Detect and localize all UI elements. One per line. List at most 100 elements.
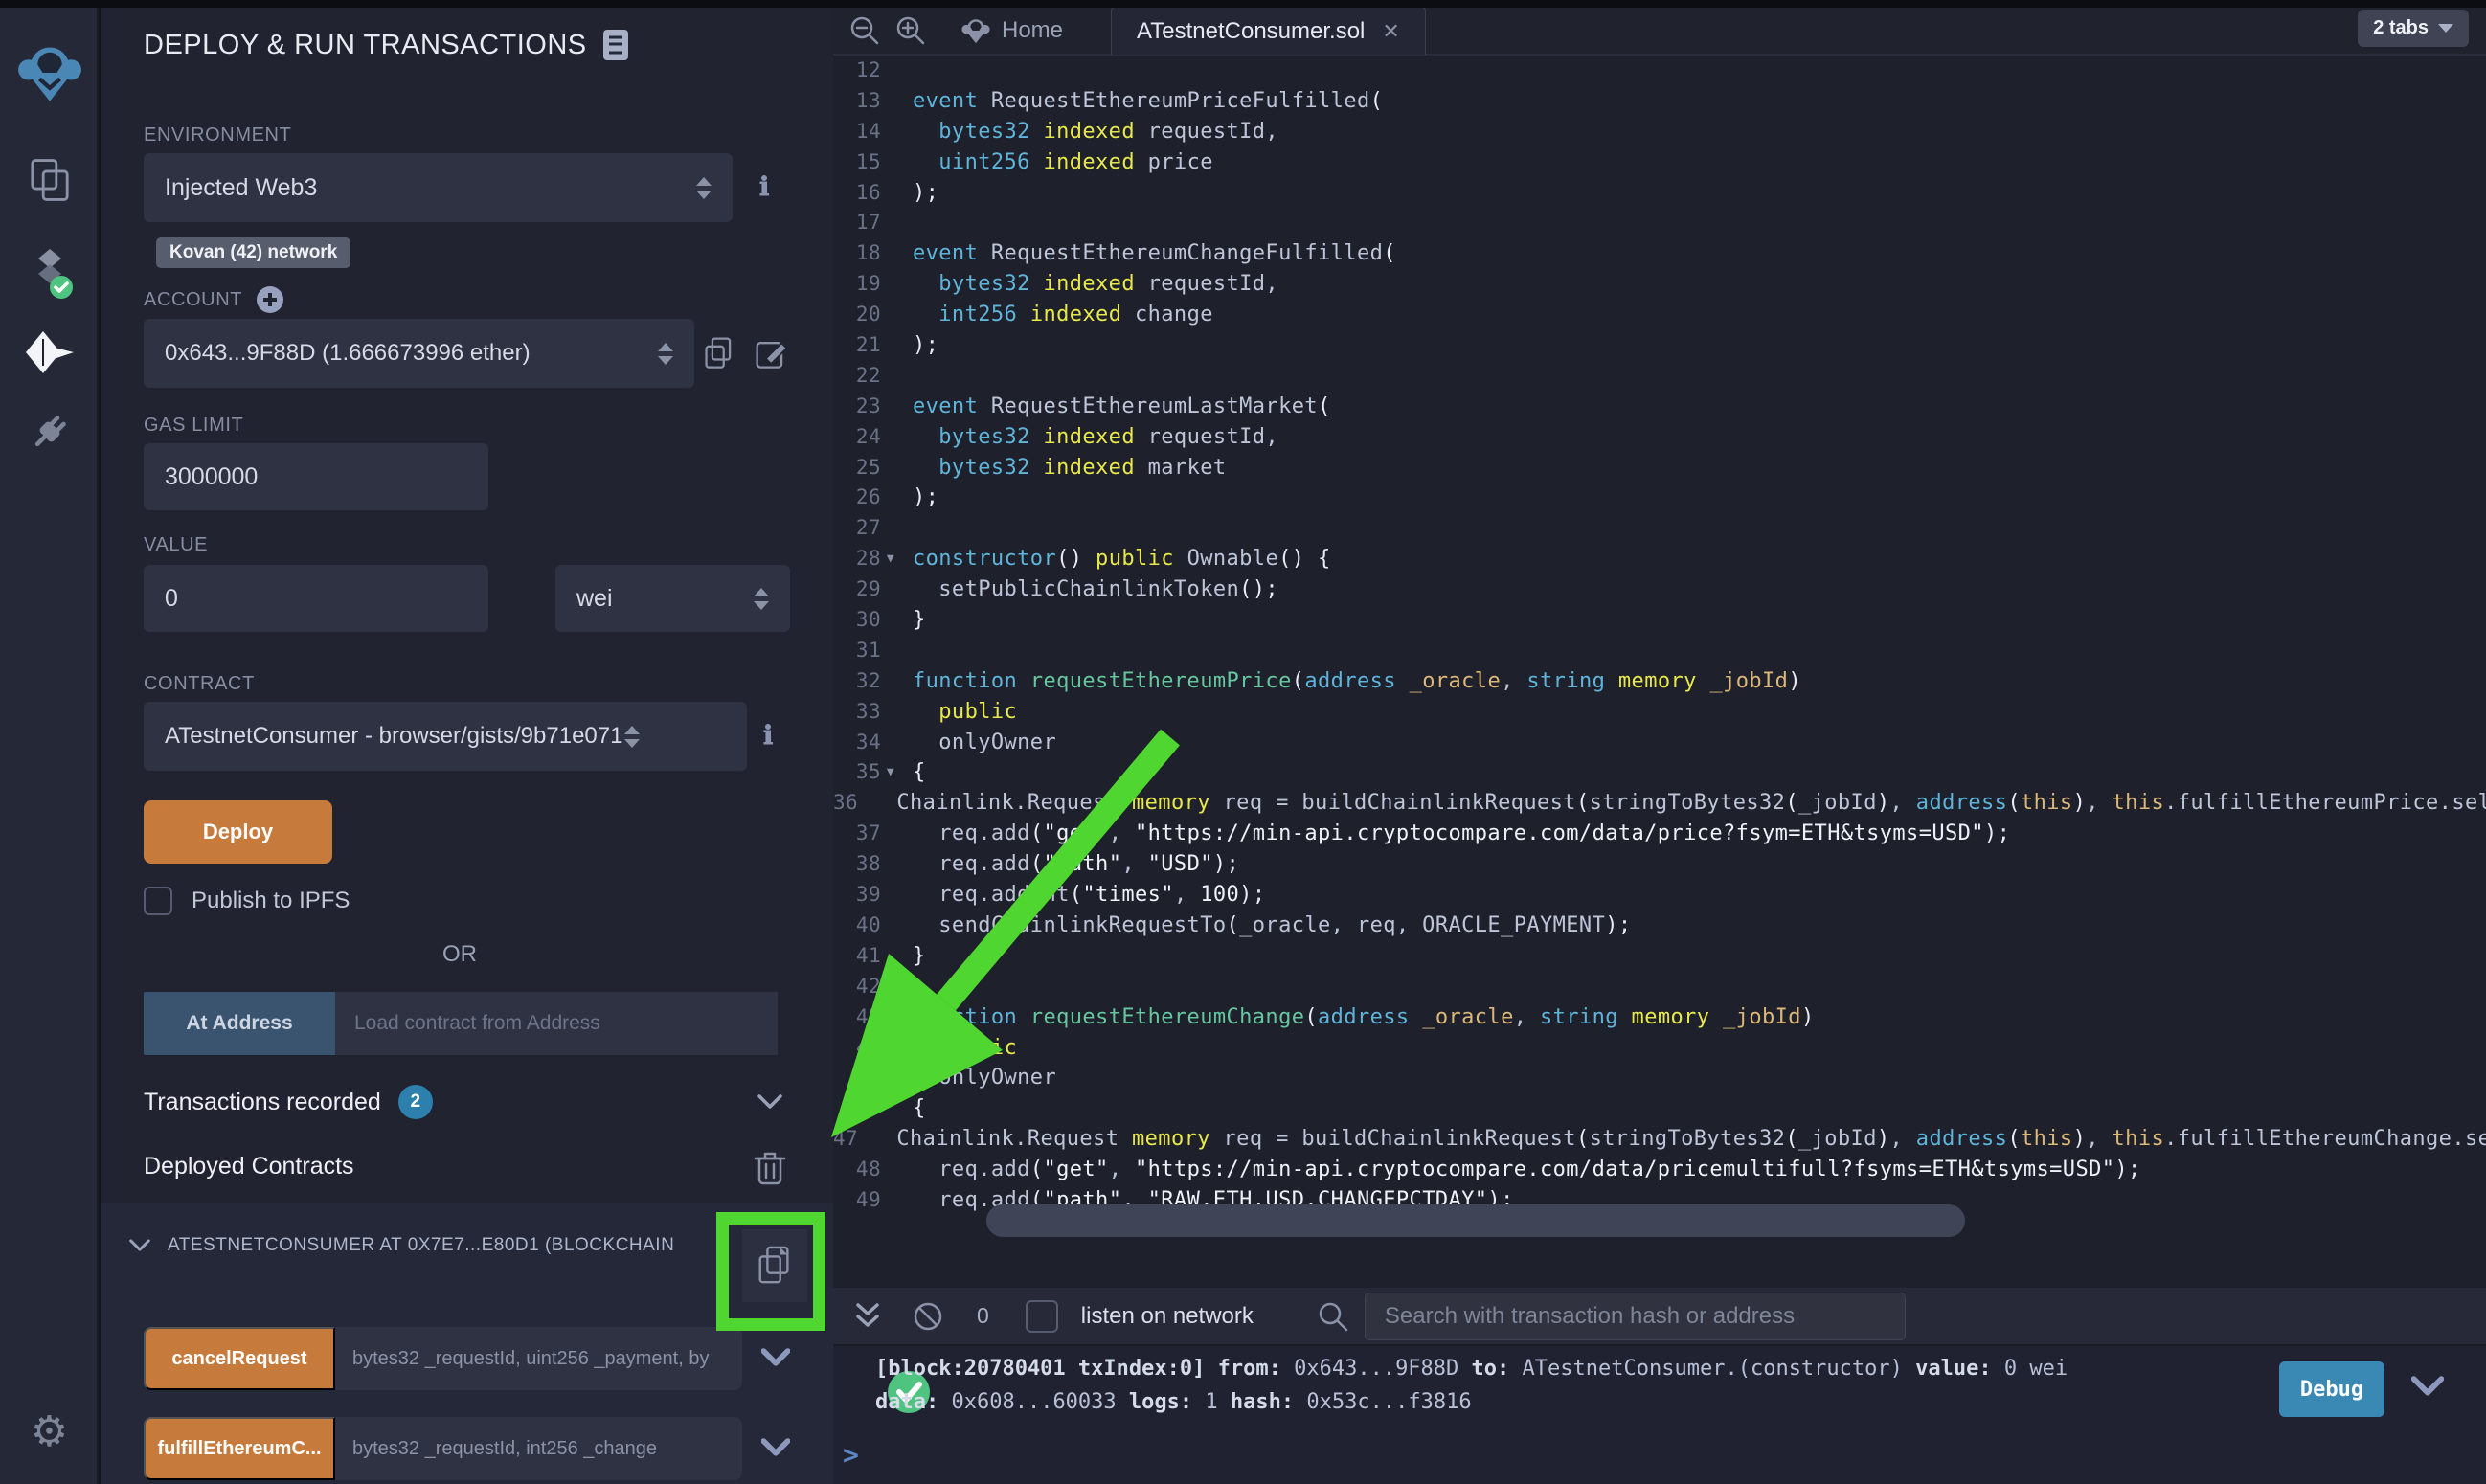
terminal-search-placeholder: Search with transaction hash or address [1385,1303,1795,1330]
code-line[interactable]: 14 bytes32 indexed requestId, [833,117,2486,147]
code-line[interactable]: 25 bytes32 indexed market [833,453,2486,483]
environment-select[interactable]: Injected Web3 [144,153,733,222]
code-line[interactable]: 12 [833,56,2486,86]
code-text [900,56,913,86]
code-line[interactable]: 13event RequestEthereumPriceFulfilled( [833,86,2486,117]
fold-gutter [881,86,900,117]
solidity-compiler-icon[interactable] [0,245,99,306]
code-line[interactable]: 17 [833,208,2486,238]
plugin-manager-icon[interactable] [0,408,99,456]
environment-label: ENVIRONMENT [144,124,291,146]
docs-book-icon[interactable] [602,29,629,61]
fold-gutter [881,269,900,300]
value-unit-select[interactable]: wei [555,565,790,632]
value-input[interactable]: 0 [144,565,488,632]
deploy-button[interactable]: Deploy [144,800,332,864]
listen-network-checkbox[interactable] [1026,1300,1058,1333]
code-line[interactable]: 36 Chainlink.Request memory req = buildC… [833,788,2486,819]
code-line[interactable]: 16); [833,178,2486,209]
code-line[interactable]: 31 [833,636,2486,666]
instance-expand-chevron-icon[interactable] [129,1239,150,1252]
add-account-icon[interactable] [256,285,284,314]
settings-gear-icon[interactable]: ⚙ [0,1407,99,1456]
code-line[interactable]: 28▼constructor() public Ownable() { [833,544,2486,574]
collapse-terminal-icon[interactable] [854,1301,881,1332]
code-line[interactable]: 41} [833,941,2486,972]
code-line[interactable]: 38 req.add("path", "USD"); [833,849,2486,880]
code-line[interactable]: 26); [833,483,2486,513]
code-line[interactable]: 15 uint256 indexed price [833,147,2486,178]
code-line[interactable]: 18event RequestEthereumChangeFulfilled( [833,238,2486,269]
code-line[interactable]: 48 req.add("get", "https://min-api.crypt… [833,1155,2486,1185]
code-line[interactable]: 47 Chainlink.Request memory req = buildC… [833,1124,2486,1155]
code-line[interactable]: 27 [833,513,2486,544]
contract-select[interactable]: ATestnetConsumer - browser/gists/9b71e07… [144,702,747,771]
clear-console-icon[interactable] [912,1300,944,1333]
function-params-input[interactable]: bytes32 _requestId, uint256 _payment, by [335,1327,742,1390]
debug-button[interactable]: Debug [2279,1361,2384,1417]
deployed-instance-header[interactable]: ATESTNETCONSUMER AT 0X7E7...E80D1 (BLOCK… [129,1212,800,1279]
code-line[interactable]: 44 public [833,1033,2486,1064]
code-line[interactable]: 21); [833,330,2486,361]
code-line[interactable]: 37 req.add("get", "https://min-api.crypt… [833,819,2486,849]
code-content[interactable]: 1213event RequestEthereumPriceFulfilled(… [833,56,2486,1216]
zoom-in-icon[interactable] [894,14,927,47]
horizontal-scrollbar[interactable] [986,1204,1965,1237]
expand-function-chevron-icon[interactable] [761,1348,790,1367]
zoom-out-icon[interactable] [848,14,881,47]
code-line[interactable]: 24 bytes32 indexed requestId, [833,422,2486,453]
line-number: 22 [833,361,881,392]
code-line[interactable]: 45 onlyOwner [833,1063,2486,1093]
fold-marker-icon[interactable]: ▼ [881,544,900,574]
line-number: 27 [833,513,881,544]
code-line[interactable]: 39 req.addInt("times", 100); [833,880,2486,911]
function-call-button-fulfillEthereumC[interactable]: fulfillEthereumC... [144,1417,335,1480]
deploy-run-icon[interactable] [0,329,99,377]
code-line[interactable]: 40 sendChainlinkRequestTo(_oracle, req, … [833,911,2486,941]
at-address-input[interactable]: Load contract from Address [335,992,778,1055]
code-line[interactable]: 29 setPublicChainlinkToken(); [833,574,2486,605]
tab-home[interactable]: Home [937,8,1088,55]
code-line[interactable]: 20 int256 indexed change [833,300,2486,330]
line-number: 24 [833,422,881,453]
tab-active-file[interactable]: ATestnetConsumer.sol ✕ [1111,8,1426,55]
function-call-button-cancelRequest[interactable]: cancelRequest [144,1327,335,1390]
code-line[interactable]: 43function requestEthereumChange(address… [833,1002,2486,1033]
code-line[interactable]: 32function requestEthereumPrice(address … [833,666,2486,697]
environment-info-icon[interactable]: ℹ [759,172,769,202]
remix-logo-icon[interactable] [0,40,99,105]
log-expand-chevron-icon[interactable] [2411,1376,2444,1397]
home-tab-label: Home [1002,17,1063,44]
publish-ipfs-checkbox[interactable] [144,887,172,915]
copy-account-icon[interactable] [702,335,740,373]
code-line[interactable]: 46{ [833,1093,2486,1124]
delete-contracts-icon[interactable] [754,1149,786,1185]
contract-info-icon[interactable]: ℹ [763,721,773,751]
pending-tx-count: 0 [977,1303,989,1329]
code-line[interactable]: 34 onlyOwner [833,728,2486,758]
expand-function-chevron-icon[interactable] [761,1438,790,1457]
transactions-chevron-icon[interactable] [757,1094,782,1110]
gas-limit-input[interactable]: 3000000 [144,443,488,510]
tab-count-pill[interactable]: 2 tabs [2358,10,2469,47]
account-select[interactable]: 0x643...9F88D (1.666673996 ether) [144,319,694,388]
code-line[interactable]: 23event RequestEthereumLastMarket( [833,392,2486,422]
code-text: bytes32 indexed market [900,453,1227,483]
code-line[interactable]: 33 public [833,697,2486,728]
close-tab-icon[interactable]: ✕ [1382,19,1399,44]
code-line[interactable]: 35▼{ [833,757,2486,788]
code-line[interactable]: 19 bytes32 indexed requestId, [833,269,2486,300]
transaction-log[interactable]: [block:20780401 txIndex:0] from: 0x643..… [875,1357,2446,1414]
value-unit: wei [576,585,613,613]
code-line[interactable]: 22 [833,361,2486,392]
at-address-button[interactable]: At Address [144,992,335,1055]
terminal-search-input[interactable]: Search with transaction hash or address [1365,1293,1906,1340]
file-explorer-icon[interactable] [0,156,99,204]
terminal-prompt[interactable]: > [843,1439,859,1471]
code-line[interactable]: 30} [833,605,2486,636]
code-text: bytes32 indexed requestId, [900,117,1278,147]
edit-account-icon[interactable] [754,335,792,373]
function-params-input[interactable]: bytes32 _requestId, int256 _change [335,1417,742,1480]
code-line[interactable]: 42 [833,972,2486,1002]
fold-marker-icon[interactable]: ▼ [881,757,900,788]
